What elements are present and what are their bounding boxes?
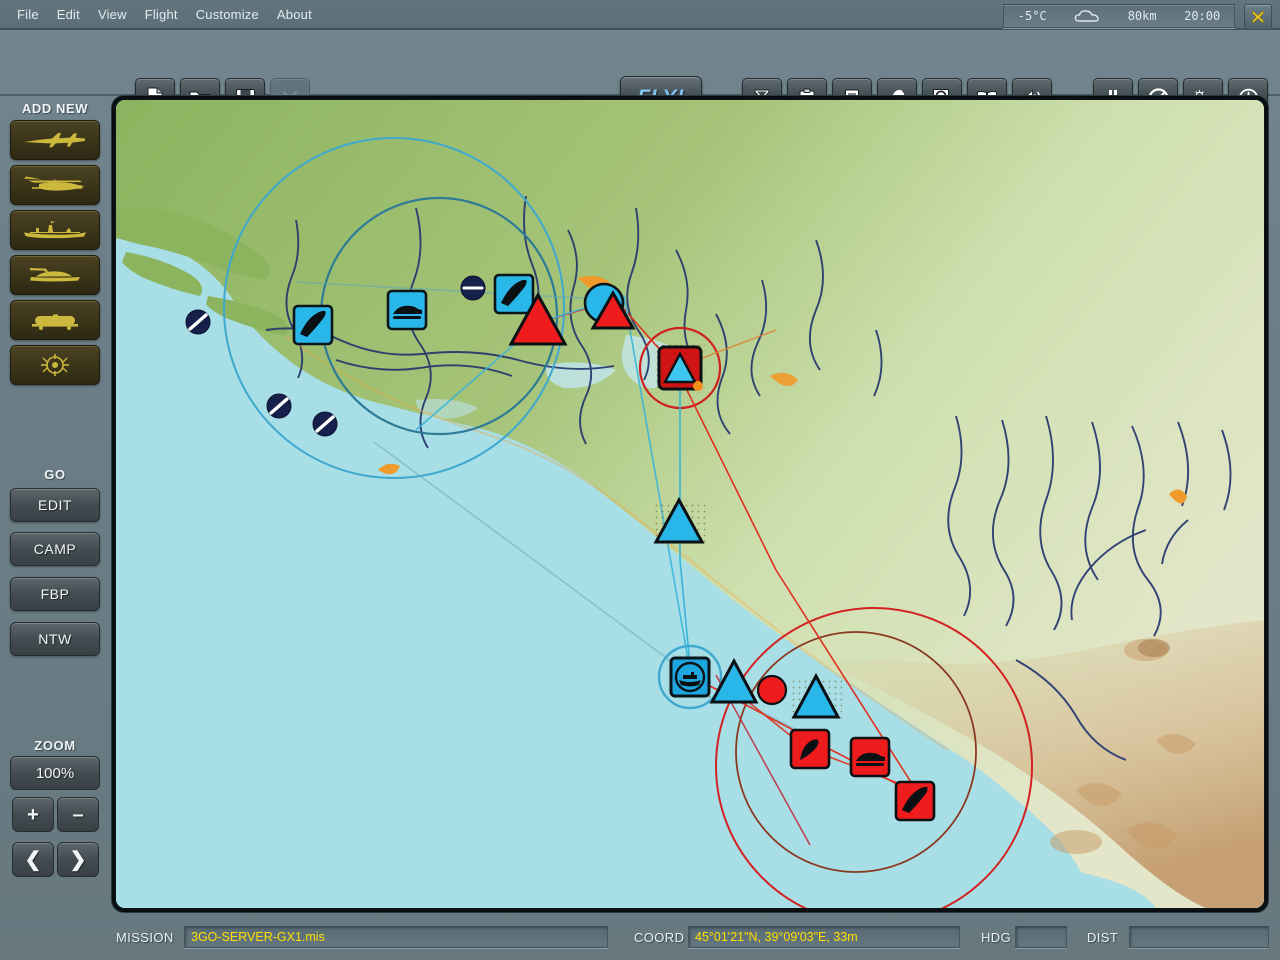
mission-label: MISSION — [116, 930, 174, 945]
go-edit-label: EDIT — [38, 497, 72, 513]
zoom-in-label: + — [27, 803, 39, 826]
target-crosshair-icon — [41, 354, 69, 376]
menu-item-about[interactable]: About — [268, 5, 321, 24]
go-fbp-button[interactable]: FBP — [10, 577, 100, 611]
map-prev-label: ❮ — [24, 848, 42, 871]
menu-item-edit[interactable]: Edit — [48, 5, 89, 24]
add-new-title: ADD NEW — [21, 101, 89, 116]
zoom-level-value: 100% — [35, 764, 75, 782]
map-next-button[interactable]: ❯ — [57, 842, 99, 877]
go-camp-label: CAMP — [33, 541, 77, 557]
temperature-value: -5°C — [1017, 9, 1047, 23]
weather-status-strip: -5°C 80km 20:00 — [1003, 4, 1235, 28]
go-edit-button[interactable]: EDIT — [10, 488, 100, 522]
menu-item-flight[interactable]: Flight — [136, 5, 187, 24]
menu-item-view[interactable]: View — [89, 5, 136, 24]
go-ntw-button[interactable]: NTW — [10, 622, 100, 656]
map-next-label: ❯ — [69, 848, 87, 871]
go-fbp-label: FBP — [40, 586, 70, 602]
add-ship-button[interactable] — [10, 210, 100, 250]
aircraft-icon — [24, 133, 85, 148]
zoom-in-button[interactable]: + — [12, 797, 54, 832]
mission-value: 3GO-SERVER-GX1.mis — [191, 930, 325, 944]
add-train-button[interactable] — [10, 300, 100, 340]
status-bar: MISSION 3GO-SERVER-GX1.mis COORD 45°01'2… — [0, 914, 1280, 960]
time-value: 20:00 — [1184, 9, 1221, 23]
coord-value: 45°01'21"N, 39°09'03"E, 33m — [695, 930, 858, 944]
map-prev-button[interactable]: ❮ — [12, 842, 54, 877]
go-camp-button[interactable]: CAMP — [10, 532, 100, 566]
hdg-field[interactable] — [1015, 926, 1067, 948]
left-sidebar: ADD NEW GO EDIT CAMP FBP NTW ZOOM 100% +… — [0, 94, 110, 960]
close-icon — [1251, 10, 1265, 24]
coord-field[interactable]: 45°01'21"N, 39°09'03"E, 33m — [688, 926, 960, 948]
zoom-out-button[interactable]: – — [57, 797, 99, 832]
window-close-button[interactable] — [1244, 4, 1272, 30]
menu-item-file[interactable]: File — [8, 5, 48, 24]
zoom-title: ZOOM — [34, 738, 76, 753]
zoom-level-display[interactable]: 100% — [10, 756, 100, 790]
mission-field[interactable]: 3GO-SERVER-GX1.mis — [184, 926, 608, 948]
go-title: GO — [44, 467, 66, 482]
mission-editor-window: File Edit View Flight Customize About -5… — [0, 0, 1280, 960]
hdg-label: HDG — [981, 930, 1012, 945]
helicopter-icon — [24, 176, 84, 191]
ship-icon — [24, 221, 86, 239]
add-aircraft-button[interactable] — [10, 120, 100, 160]
add-helicopter-button[interactable] — [10, 165, 100, 205]
cloud-icon — [1074, 9, 1100, 23]
main-toolbar: FLY! — [0, 32, 1280, 120]
map-frame — [112, 96, 1268, 912]
go-ntw-label: NTW — [38, 631, 72, 647]
map-canvas[interactable] — [116, 100, 1264, 908]
menu-item-customize[interactable]: Customize — [187, 5, 268, 24]
add-target-button[interactable] — [10, 345, 100, 385]
dist-label: DIST — [1087, 930, 1119, 945]
tank-icon — [30, 268, 80, 282]
add-tank-button[interactable] — [10, 255, 100, 295]
train-tanker-icon — [32, 314, 78, 330]
zoom-out-label: – — [72, 803, 84, 826]
dist-field[interactable] — [1129, 926, 1269, 948]
map-viewport[interactable] — [116, 100, 1264, 908]
coord-label: COORD — [634, 930, 685, 945]
visibility-value: 80km — [1127, 9, 1157, 23]
